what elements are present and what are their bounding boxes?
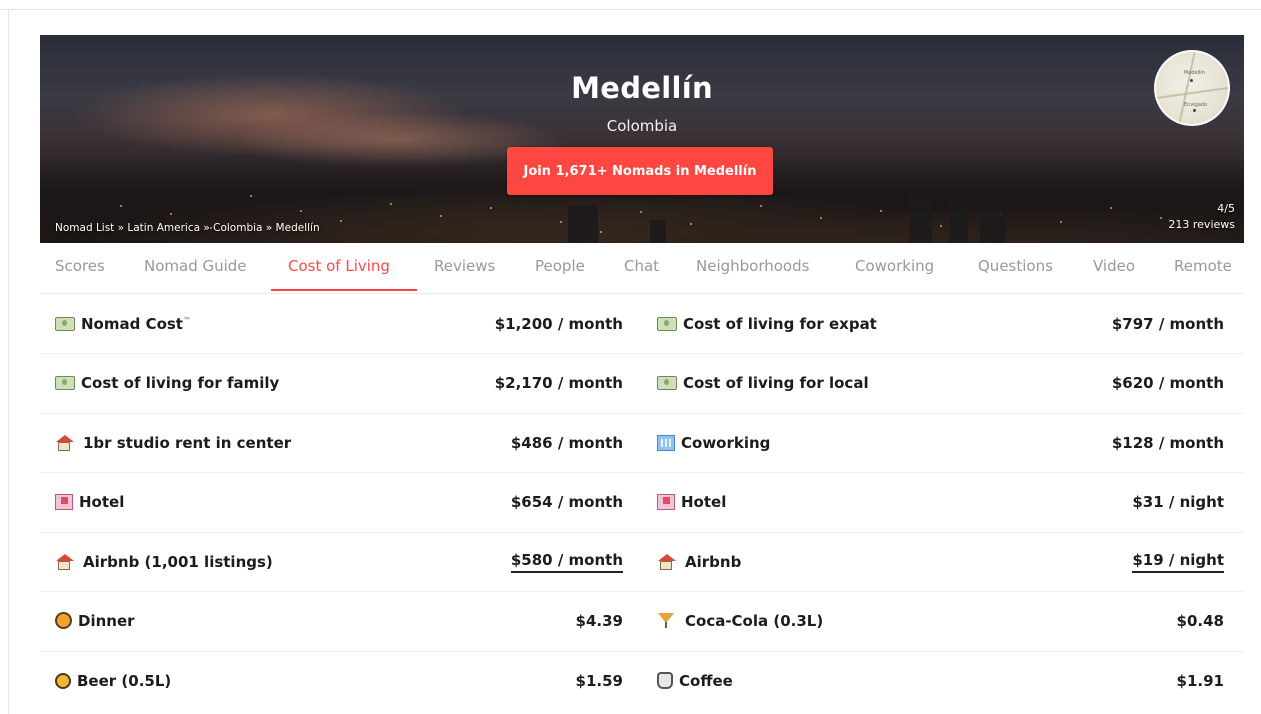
row-divider	[40, 591, 1244, 592]
breadcrumb[interactable]: Nomad List » Latin America » Colombia » …	[55, 222, 320, 234]
tab-people[interactable]: People	[535, 243, 585, 291]
cost-value: $31 / night	[1132, 492, 1224, 511]
cost-value: $0.48	[1176, 611, 1224, 630]
map-label-envigado: Envigado	[1184, 102, 1208, 108]
row-divider	[40, 413, 1244, 414]
food-icon	[55, 612, 72, 629]
cost-row-family[interactable]: Cost of living for family $2,170 / month	[55, 353, 623, 412]
cost-value: $1.59	[575, 671, 623, 690]
review-count: 213 reviews	[1168, 218, 1235, 231]
tab-video[interactable]: Video	[1093, 243, 1135, 291]
city-lights	[120, 195, 1162, 243]
cocktail-icon	[657, 612, 679, 629]
browser-top-edge	[0, 0, 1261, 10]
money-bill-icon	[657, 375, 677, 390]
country-name: Colombia	[606, 117, 678, 135]
cost-label: 1br studio rent in center	[83, 433, 292, 452]
cost-value: $797 / month	[1111, 314, 1224, 333]
tab-scores[interactable]: Scores	[55, 243, 105, 291]
row-divider	[40, 472, 1244, 473]
cost-label: Dinner	[78, 611, 135, 630]
cost-row-hotel-month[interactable]: Hotel $654 / month	[55, 472, 623, 531]
cost-value: $1.91	[1176, 671, 1224, 690]
coffee-icon	[657, 672, 673, 689]
city-tabs: Scores Nomad Guide Cost of Living Review…	[40, 243, 1244, 294]
tab-neighborhoods[interactable]: Neighborhoods	[696, 243, 809, 291]
active-tab-indicator	[271, 289, 417, 291]
map-label-medellin: Medellín	[1184, 70, 1205, 76]
office-building-icon	[657, 434, 675, 451]
cost-row-local[interactable]: Cost of living for local $620 / month	[657, 353, 1224, 412]
city-title: Medellín	[571, 71, 713, 105]
hotel-icon	[657, 493, 675, 510]
hotel-icon	[55, 493, 73, 510]
cost-value: $2,170 / month	[494, 373, 623, 392]
city-hero-banner: Medellín Colombia Join 1,671+ Nomads in …	[40, 35, 1244, 243]
cost-value: $4.39	[575, 611, 623, 630]
cost-row-studio-rent[interactable]: 1br studio rent in center $486 / month	[55, 413, 623, 472]
cost-row-nomad-cost[interactable]: Nomad Cost™ $1,200 / month	[55, 294, 623, 353]
cost-row-coffee[interactable]: Coffee $1.91	[657, 651, 1224, 710]
cost-label: Coworking	[681, 433, 771, 452]
tab-cost-of-living[interactable]: Cost of Living	[288, 243, 390, 291]
cost-label: Cost of living for expat	[683, 314, 877, 333]
cost-label: Airbnb (1,001 listings)	[83, 552, 273, 571]
cost-label: Hotel	[681, 492, 727, 511]
cost-label: Cost of living for family	[81, 373, 280, 392]
cost-label: Coffee	[679, 671, 733, 690]
tab-remote[interactable]: Remote	[1174, 243, 1232, 291]
cost-row-expat[interactable]: Cost of living for expat $797 / month	[657, 294, 1224, 353]
cost-row-beer[interactable]: Beer (0.5L) $1.59	[55, 651, 623, 710]
tab-reviews[interactable]: Reviews	[434, 243, 495, 291]
cost-row-dinner[interactable]: Dinner $4.39	[55, 591, 623, 650]
cost-label: Nomad Cost™	[81, 314, 191, 333]
tab-nomad-guide[interactable]: Nomad Guide	[144, 243, 247, 291]
join-nomads-button[interactable]: Join 1,671+ Nomads in Medellín	[507, 147, 773, 195]
cost-value: $620 / month	[1111, 373, 1224, 392]
cost-row-airbnb-night[interactable]: Airbnb $19 / night	[657, 532, 1224, 591]
rating-score: 4/5	[1217, 202, 1235, 215]
house-icon	[55, 434, 77, 451]
cost-value-link[interactable]: $580 / month	[510, 551, 623, 573]
row-divider	[40, 532, 1244, 533]
cost-value: $654 / month	[510, 492, 623, 511]
tab-coworking[interactable]: Coworking	[855, 243, 934, 291]
beer-icon	[55, 672, 71, 689]
house-icon	[657, 553, 679, 570]
cost-label: Coca-Cola (0.3L)	[685, 611, 824, 630]
tab-chat[interactable]: Chat	[624, 243, 659, 291]
cost-value-link[interactable]: $19 / night	[1132, 551, 1224, 573]
cost-row-coworking[interactable]: Coworking $128 / month	[657, 413, 1224, 472]
cost-label: Beer (0.5L)	[77, 671, 172, 690]
row-divider	[40, 353, 1244, 354]
cost-label: Airbnb	[685, 552, 742, 571]
mini-map-icon[interactable]: Medellín Envigado	[1154, 50, 1230, 126]
cost-row-coca-cola[interactable]: Coca-Cola (0.3L) $0.48	[657, 591, 1224, 650]
browser-left-edge	[8, 10, 9, 714]
row-divider	[40, 651, 1244, 652]
cost-value: $128 / month	[1111, 433, 1224, 452]
tab-questions[interactable]: Questions	[978, 243, 1053, 291]
money-bill-icon	[55, 375, 75, 390]
cost-label: Cost of living for local	[683, 373, 869, 392]
cost-row-hotel-night[interactable]: Hotel $31 / night	[657, 472, 1224, 531]
money-bill-icon	[657, 316, 677, 331]
house-icon	[55, 553, 77, 570]
cost-label: Hotel	[79, 492, 125, 511]
cost-value: $1,200 / month	[494, 314, 623, 333]
cost-value: $486 / month	[510, 433, 623, 452]
rating-summary[interactable]: 4/5 213 reviews	[1168, 202, 1235, 231]
cost-row-airbnb-listings[interactable]: Airbnb (1,001 listings) $580 / month	[55, 532, 623, 591]
money-bill-icon	[55, 316, 75, 331]
